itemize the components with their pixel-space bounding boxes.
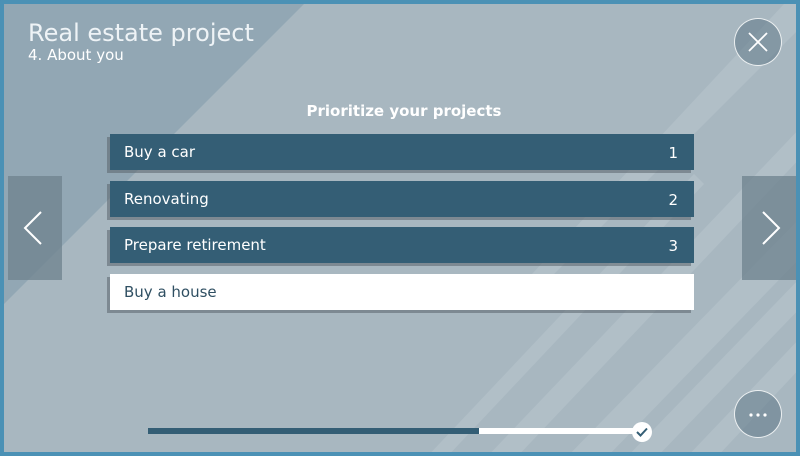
project-rank: 3 (668, 237, 678, 255)
chevron-left-icon (23, 211, 42, 245)
check-icon (636, 427, 648, 437)
project-item-buy-a-house[interactable]: Buy a house (110, 273, 694, 310)
project-item-buy-a-car[interactable]: Buy a car 1 (110, 134, 694, 170)
step-subtitle: 4. About you (28, 46, 124, 64)
project-label: Prepare retirement (124, 236, 266, 254)
project-priority-list: Buy a car 1 Renovating 2 Prepare retirem… (110, 134, 694, 320)
project-rank: 2 (668, 190, 678, 209)
project-item-prepare-retirement[interactable]: Prepare retirement 3 (110, 227, 694, 263)
progress-fill (148, 428, 480, 434)
project-label: Buy a car (124, 143, 196, 161)
next-button[interactable] (742, 176, 796, 280)
close-button[interactable] (734, 18, 782, 66)
previous-button[interactable] (8, 176, 62, 280)
more-options-button[interactable] (734, 390, 782, 438)
project-item-renovating[interactable]: Renovating 2 (110, 180, 694, 217)
project-label: Buy a house (124, 282, 217, 301)
app-window: Real estate project 4. About you Priorit… (0, 0, 800, 456)
close-icon (748, 32, 768, 52)
project-rank: 1 (668, 144, 678, 162)
progress-complete-marker (632, 422, 652, 442)
chevron-right-icon (762, 211, 781, 245)
header: Real estate project 4. About you (28, 18, 254, 64)
page-title: Real estate project (28, 19, 254, 47)
progress-bar (148, 428, 650, 434)
project-label: Renovating (124, 189, 209, 208)
more-icon (749, 413, 767, 417)
section-title: Prioritize your projects (306, 102, 502, 120)
